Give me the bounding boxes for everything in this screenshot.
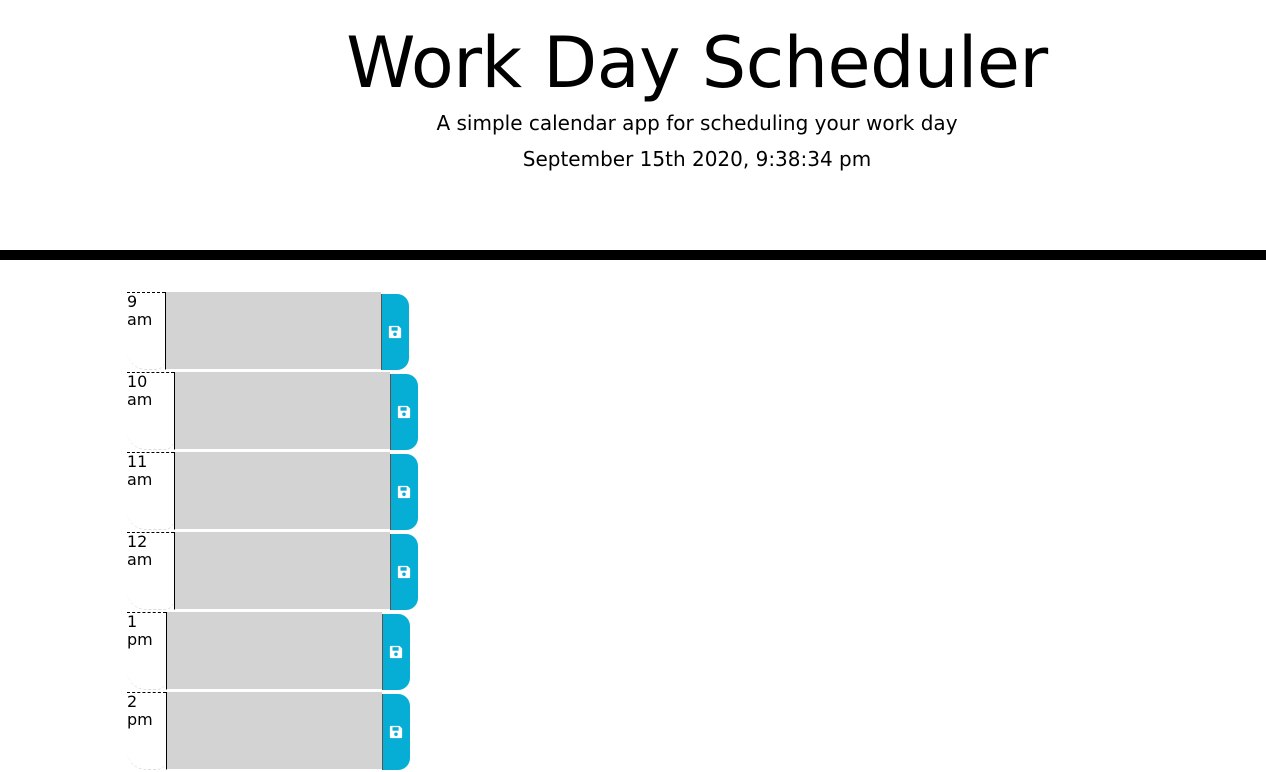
- header: Work Day Scheduler A simple calendar app…: [0, 0, 1266, 260]
- save-button[interactable]: [390, 374, 418, 450]
- save-button[interactable]: [390, 454, 418, 530]
- current-day: September 15th 2020, 9:38:34 pm: [522, 147, 872, 171]
- save-button[interactable]: [381, 294, 409, 370]
- hour-label: 9 am: [127, 292, 165, 370]
- hour-label: 1 pm: [127, 612, 166, 690]
- save-icon: [389, 645, 403, 659]
- save-button[interactable]: [390, 534, 418, 610]
- event-description-input[interactable]: [166, 692, 382, 770]
- save-icon: [397, 485, 411, 499]
- event-description-input[interactable]: [174, 372, 390, 450]
- page-title: Work Day Scheduler: [346, 22, 1048, 104]
- save-icon: [388, 325, 402, 339]
- save-icon: [389, 725, 403, 739]
- hour-label: 2 pm: [127, 692, 166, 770]
- hour-label: 10 am: [127, 372, 174, 450]
- event-description-input[interactable]: [174, 532, 390, 610]
- event-description-input[interactable]: [166, 612, 382, 690]
- hour-label: 12 am: [127, 532, 174, 610]
- hour-label: 11 am: [127, 452, 174, 530]
- save-button[interactable]: [382, 614, 410, 690]
- page-subtitle: A simple calendar app for scheduling you…: [436, 111, 958, 135]
- save-icon: [397, 405, 411, 419]
- event-description-input[interactable]: [165, 292, 381, 370]
- save-icon: [397, 565, 411, 579]
- event-description-input[interactable]: [174, 452, 390, 530]
- save-button[interactable]: [382, 694, 410, 770]
